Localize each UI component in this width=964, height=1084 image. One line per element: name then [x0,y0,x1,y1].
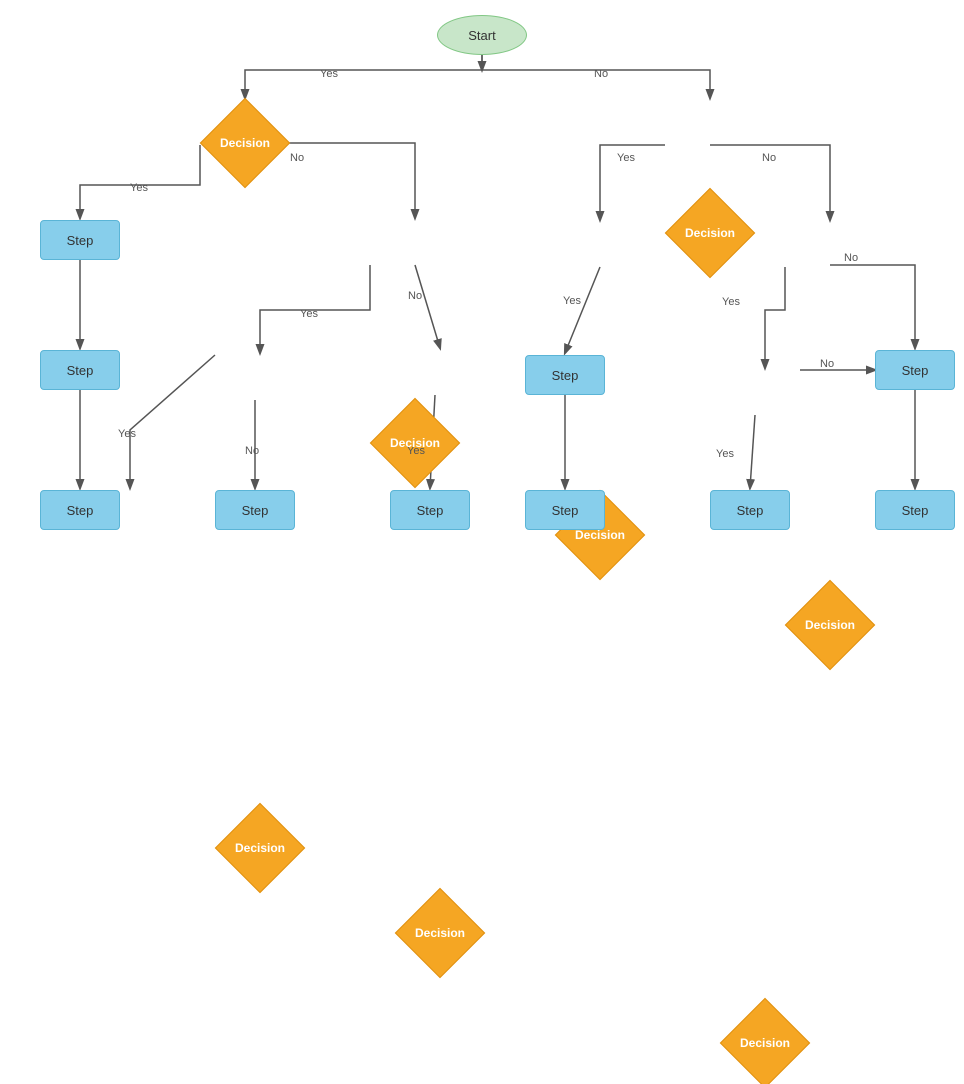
d8-no-label: No [820,358,834,370]
decision-d5-node: Decision [785,580,875,670]
step-2b-node: Step [875,350,955,390]
d8-yes-label: Yes [716,448,734,460]
step-3c-node: Step [390,490,470,530]
d3-yes-label: Yes [300,308,318,320]
step-1a-node: Step [40,220,120,260]
start-node: Start [437,15,527,55]
start-no-label: No [594,68,608,80]
step-3e-node: Step [710,490,790,530]
d5-no-label: No [844,252,858,264]
d6-yes-label: Yes [118,428,136,440]
d5-yes-label: Yes [722,296,740,308]
decision-d4-node: Decision [555,490,645,580]
decision-d7-node: Decision [395,888,485,978]
decision-d8-node: Decision [720,998,810,1084]
decision-d3-node: Decision [370,398,460,488]
d3-no-label: No [408,290,422,302]
d2-no-label: No [762,152,776,164]
step-1b-node: Step [40,350,120,390]
decision-d2-node: Decision [665,188,755,278]
d1-yes-label: Yes [130,182,148,194]
decision-d1-node: Decision [200,98,290,188]
d1-no-label: No [290,152,304,164]
step-3f-node: Step [875,490,955,530]
decision-d6-node: Decision [215,803,305,893]
d4-yes-label: Yes [563,295,581,307]
start-yes-label: Yes [320,68,338,80]
d2-yes-label: Yes [617,152,635,164]
step-3b-node: Step [215,490,295,530]
step-2a-node: Step [525,355,605,395]
d6-no-label: No [245,445,259,457]
step-3a-node: Step [40,490,120,530]
